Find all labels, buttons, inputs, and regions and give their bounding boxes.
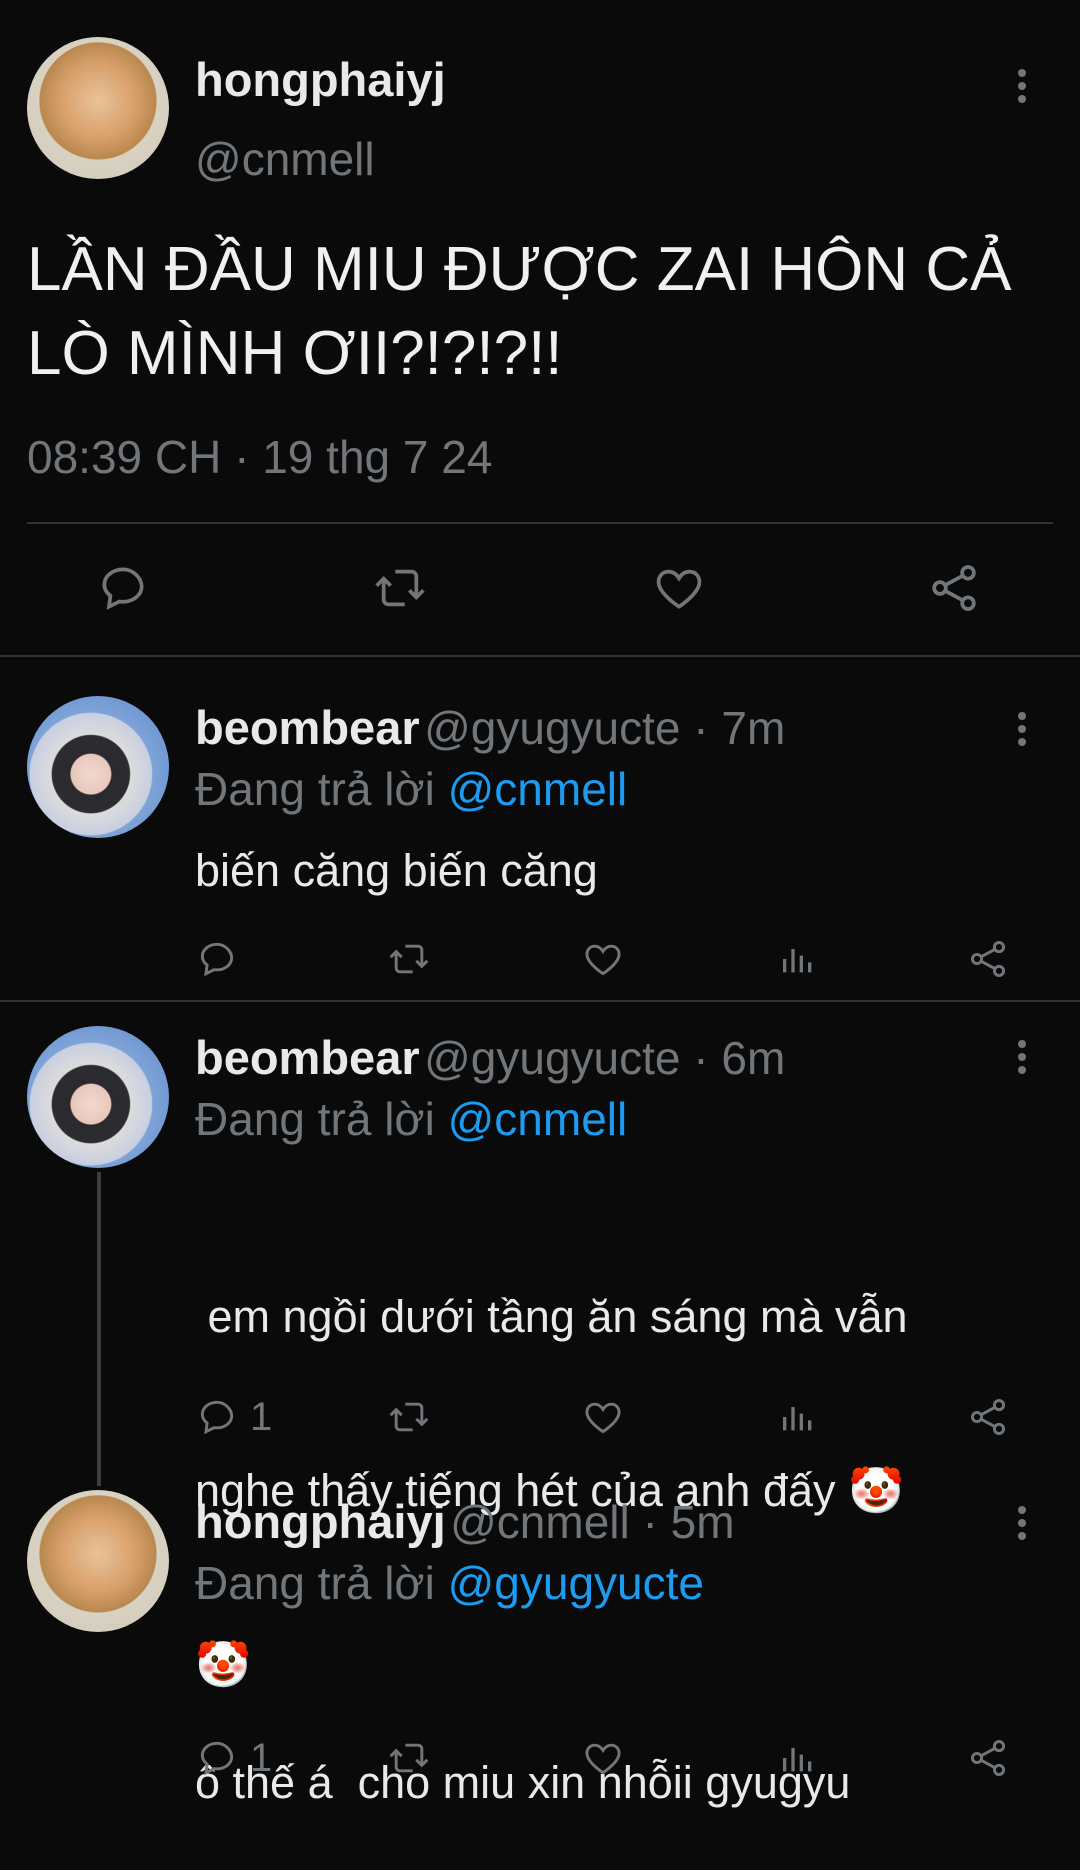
tweet-text-line: LÒ MÌNH ƠII?!?!?!! [27, 319, 563, 388]
reply-header: beombear @gyugyucte · 6m [195, 1030, 785, 1085]
reply-icon[interactable] [195, 1736, 239, 1780]
reply-header: beombear @gyugyucte · 7m [195, 700, 785, 755]
reply-text-line: biến căng biến căng [195, 845, 598, 896]
views-icon[interactable] [778, 1395, 818, 1439]
tweet-timestamp: 08:39 CH · 19 thg 7 24 [27, 431, 493, 483]
author-handle[interactable]: @cnmell [195, 132, 375, 186]
avatar[interactable] [27, 1026, 169, 1168]
reply-text: ô thế á cho miu xin nhỗii gyugyu [195, 1638, 850, 1870]
replying-to: Đang trả lời @cnmell [195, 1092, 627, 1146]
heart-icon[interactable] [650, 560, 708, 616]
views-icon[interactable] [778, 1736, 818, 1780]
retweet-icon[interactable] [385, 1395, 433, 1439]
replying-prefix: Đang trả lời [195, 763, 448, 815]
avatar[interactable] [27, 696, 169, 838]
share-icon[interactable] [925, 560, 983, 616]
reply-icon[interactable] [195, 1395, 239, 1439]
thread-line [97, 1172, 101, 1486]
reply-text-line: em ngồi dưới tầng ăn sáng mà vẫn [195, 1291, 908, 1342]
reply-count: 1 [250, 1395, 273, 1439]
mention-link[interactable]: @cnmell [448, 763, 628, 815]
heart-icon[interactable] [580, 1395, 626, 1439]
views-icon[interactable] [778, 937, 818, 981]
more-options-icon[interactable] [1017, 712, 1027, 751]
divider [27, 522, 1053, 524]
author-meta[interactable]: @gyugyucte · 7m [424, 702, 785, 754]
heart-icon[interactable] [580, 937, 626, 981]
author-name[interactable]: beombear [195, 701, 420, 754]
author-name[interactable]: beombear [195, 1031, 420, 1084]
more-options-icon[interactable] [1017, 1506, 1027, 1545]
retweet-icon[interactable] [370, 560, 430, 616]
reply-icon[interactable] [95, 560, 151, 616]
share-icon[interactable] [965, 937, 1011, 981]
mention-link[interactable]: @cnmell [448, 1093, 628, 1145]
reply-count: 1 [250, 1736, 273, 1780]
replying-prefix: Đang trả lời [195, 1093, 448, 1145]
divider [0, 655, 1080, 657]
heart-icon[interactable] [580, 1736, 626, 1780]
reply-text: biến căng biến căng [195, 842, 598, 900]
replying-to: Đang trả lời @cnmell [195, 762, 627, 816]
avatar[interactable] [27, 1490, 169, 1632]
mention-link[interactable]: @gyugyucte [448, 1557, 704, 1609]
replying-to: Đang trả lời @gyugyucte [195, 1556, 704, 1610]
more-options-icon[interactable] [1017, 1040, 1027, 1079]
more-options-icon[interactable] [1017, 69, 1027, 108]
retweet-icon[interactable] [385, 937, 433, 981]
author-meta[interactable]: @gyugyucte · 6m [424, 1032, 785, 1084]
replying-prefix: Đang trả lời [195, 1557, 448, 1609]
author-name[interactable]: hongphaiyj [195, 1495, 446, 1548]
author-name[interactable]: hongphaiyj [195, 52, 446, 107]
avatar[interactable] [27, 37, 169, 179]
tweet-text-line: LẦN ĐẦU MIU ĐƯỢC ZAI HÔN CẢ [27, 235, 1012, 304]
author-meta[interactable]: @cnmell · 5m [450, 1496, 734, 1548]
reply-text-line: ô thế á cho miu xin nhỗii gyugyu [195, 1757, 851, 1808]
share-icon[interactable] [965, 1736, 1011, 1780]
retweet-icon[interactable] [385, 1736, 433, 1780]
reply-header: hongphaiyj @cnmell · 5m [195, 1494, 735, 1549]
share-icon[interactable] [965, 1395, 1011, 1439]
reply-icon[interactable] [195, 937, 239, 981]
divider [0, 1000, 1080, 1002]
tweet-text: LẦN ĐẦU MIU ĐƯỢC ZAI HÔN CẢ LÒ MÌNH ƠII?… [27, 228, 1067, 396]
